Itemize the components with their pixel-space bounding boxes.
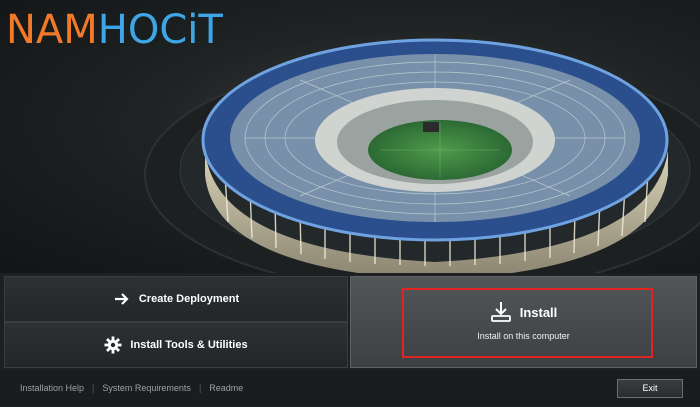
gear-icon xyxy=(104,336,122,354)
create-deployment-label: Create Deployment xyxy=(138,293,240,305)
install-sublabel: Install on this computer xyxy=(477,331,570,341)
hero-banner: NAMHOCiT xyxy=(0,0,700,273)
footer-links: Installation Help | System Requirements … xyxy=(20,383,243,393)
readme-link[interactable]: Readme xyxy=(209,383,243,393)
install-tools-utilities-button[interactable]: Install Tools & Utilities xyxy=(4,322,348,368)
install-tools-label: Install Tools & Utilities xyxy=(130,339,248,351)
action-panel: Create Deployment Install Tools & Utilit… xyxy=(0,273,700,370)
watermark-part-2: HOCiT xyxy=(97,7,223,53)
separator: | xyxy=(92,383,95,393)
watermark-logo: NAMHOCiT xyxy=(6,8,223,52)
footer-bar: Installation Help | System Requirements … xyxy=(0,370,700,407)
download-tray-icon xyxy=(490,301,512,326)
installation-help-link[interactable]: Installation Help xyxy=(20,383,84,393)
install-title: Install xyxy=(351,301,696,326)
install-button[interactable]: Install Install on this computer xyxy=(350,276,697,368)
system-requirements-link[interactable]: System Requirements xyxy=(102,383,191,393)
exit-button[interactable]: Exit xyxy=(617,379,683,398)
install-label: Install xyxy=(519,304,558,320)
watermark-part-1: NAM xyxy=(6,7,98,53)
arrow-right-icon xyxy=(113,290,131,308)
installer-window: NAMHOCiT Create Deployment Install Tools… xyxy=(0,0,700,407)
create-deployment-button[interactable]: Create Deployment xyxy=(4,276,348,322)
separator: | xyxy=(198,383,202,393)
